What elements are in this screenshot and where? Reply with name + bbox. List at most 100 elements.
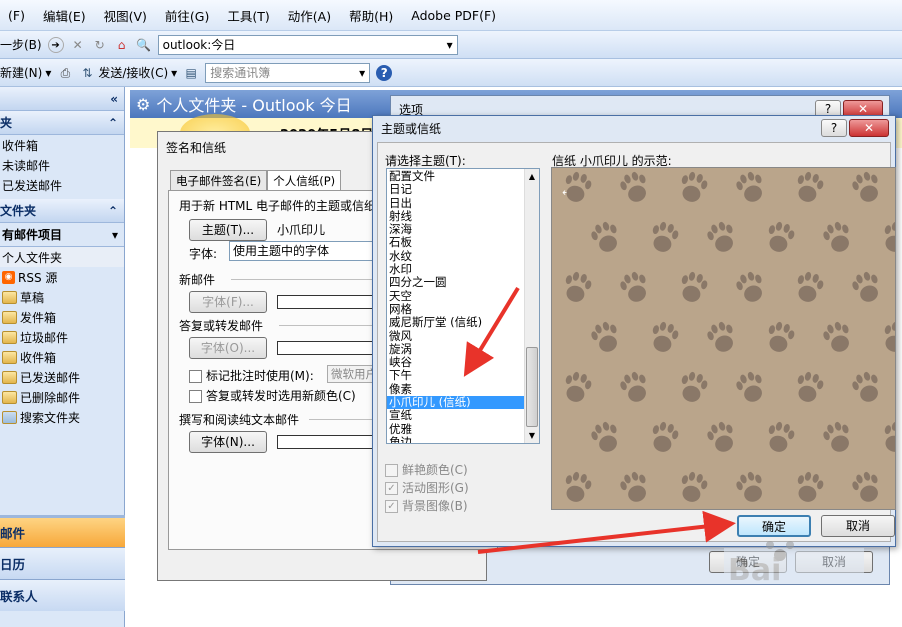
tree-drafts[interactable]: 草稿 — [0, 287, 124, 307]
tree-rss[interactable]: ◉ RSS 源 — [0, 267, 124, 287]
theme-list-item[interactable]: 四分之一圆 — [387, 276, 524, 289]
menu-tools[interactable]: 工具(T) — [219, 6, 279, 25]
search-folder-icon — [2, 410, 17, 424]
theme-button[interactable]: 主题(T)... — [189, 219, 267, 241]
mark-comments-checkbox[interactable] — [189, 370, 202, 383]
theme-list-item[interactable]: 微风 — [387, 330, 524, 343]
active-graphics-row[interactable]: ✓ 活动图形(G) — [385, 479, 469, 496]
theme-list-item[interactable]: 天空 — [387, 290, 524, 303]
tab-email-signature[interactable]: 电子邮件签名(E) — [170, 170, 268, 191]
tree-sent[interactable]: 已发送邮件 — [0, 367, 124, 387]
reply-font-button[interactable]: 字体(O)... — [189, 337, 267, 359]
tree-deleted[interactable]: 已删除邮件 — [0, 387, 124, 407]
new-color-checkbox[interactable] — [189, 390, 202, 403]
options-cancel-button[interactable]: 取消 — [795, 551, 873, 573]
scroll-up-icon[interactable]: ▲ — [525, 169, 539, 184]
home-icon[interactable]: ⌂ — [114, 37, 130, 53]
theme-list-item[interactable]: 日出 — [387, 197, 524, 210]
signature-title: 签名和信纸 — [166, 140, 227, 155]
new-color-row[interactable]: 答复或转发时选用新颜色(C) — [189, 387, 356, 404]
menu-actions[interactable]: 动作(A) — [280, 6, 341, 25]
fav-sent[interactable]: 已发送邮件 — [0, 175, 124, 195]
theme-help-button[interactable]: ? — [821, 119, 847, 137]
new-button[interactable]: 新建(N) ▾ — [0, 64, 51, 81]
mail-folders-header[interactable]: 文件夹 ⌃ — [0, 199, 124, 223]
theme-list-item[interactable]: 射线 — [387, 210, 524, 223]
theme-list-item[interactable]: 石板 — [387, 236, 524, 249]
theme-list-item[interactable]: 日记 — [387, 183, 524, 196]
plain-font-button[interactable]: 字体(N)... — [189, 431, 267, 453]
tree-outbox[interactable]: 发件箱 — [0, 307, 124, 327]
send-receive-button[interactable]: ⇅ 发送/接收(C) ▾ — [79, 64, 177, 81]
active-graphics-checkbox[interactable]: ✓ — [385, 482, 398, 495]
mark-comments-row[interactable]: 标记批注时使用(M): — [189, 367, 314, 384]
theme-list-item[interactable]: 下午 — [387, 369, 524, 382]
theme-list-item[interactable]: 深海 — [387, 223, 524, 236]
search-web-icon[interactable]: 🔍 — [136, 37, 152, 53]
fav-unread[interactable]: 未读邮件 — [0, 155, 124, 175]
menu-view[interactable]: 视图(V) — [96, 6, 157, 25]
paw-print-icon — [852, 471, 878, 502]
theme-ok-button[interactable]: 确定 — [737, 515, 811, 537]
tree-search-folders[interactable]: 搜索文件夹 — [0, 407, 124, 427]
tab-personal-stationery[interactable]: 个人信纸(P) — [267, 170, 342, 191]
nav-mail-button[interactable]: 邮件 — [0, 515, 125, 547]
new-mail-label: 新邮件 — [179, 273, 216, 287]
theme-cancel-button[interactable]: 取消 — [821, 515, 895, 537]
theme-list-item[interactable]: 宣纸 — [387, 409, 524, 422]
theme-list-item[interactable]: 威尼斯厅堂 (信纸) — [387, 316, 524, 329]
theme-list-scrollbar[interactable]: ▲ ▼ — [524, 169, 539, 443]
address-book-icon[interactable]: ▤ — [183, 65, 199, 81]
fav-inbox[interactable]: 收件箱 — [0, 135, 124, 155]
paw-print-icon — [707, 321, 733, 352]
paw-print-icon — [681, 171, 708, 202]
theme-close-button[interactable]: ✕ — [849, 119, 889, 137]
print-icon[interactable]: ⎙ — [57, 65, 73, 81]
standard-toolbar: 新建(N) ▾ ⎙ ⇅ 发送/接收(C) ▾ ▤ 搜索通讯簿 ▾ ? — [0, 59, 902, 87]
paw-print-icon — [768, 421, 795, 452]
paw-print-icon — [797, 171, 824, 202]
menu-go[interactable]: 前往(G) — [157, 6, 219, 25]
theme-list-item[interactable]: 水印 — [387, 263, 524, 276]
tree-junk[interactable]: 垃圾邮件 — [0, 327, 124, 347]
vivid-colors-row[interactable]: 鲜艳颜色(C) — [385, 461, 468, 478]
folder-icon — [2, 310, 17, 324]
collapse-icon[interactable]: « — [110, 92, 118, 106]
refresh-icon[interactable]: ↻ — [92, 37, 108, 53]
theme-list-item[interactable]: 角边 — [387, 436, 524, 443]
menu-file[interactable]: (F) — [0, 8, 35, 23]
nav-contacts-button[interactable]: 联系人 — [0, 579, 125, 611]
scroll-thumb[interactable] — [526, 347, 538, 427]
favorites-header[interactable]: 夹 ⌃ — [0, 111, 124, 135]
tree-inbox[interactable]: 收件箱 — [0, 347, 124, 367]
search-address-book-input[interactable]: 搜索通讯簿 ▾ — [205, 62, 371, 83]
tree-personal-folders[interactable]: 个人文件夹 — [0, 247, 124, 267]
font-select[interactable]: 使用主题中的字体 — [229, 241, 389, 261]
menu-help[interactable]: 帮助(H) — [341, 6, 403, 25]
theme-list-item[interactable]: 优雅 — [387, 423, 524, 436]
nav-calendar-button[interactable]: 日历 — [0, 547, 125, 579]
stop-icon[interactable]: ✕ — [70, 37, 86, 53]
theme-list-item[interactable]: 像素 — [387, 383, 524, 396]
paw-print-icon — [768, 321, 795, 352]
theme-list-item[interactable]: 旋涡 — [387, 343, 524, 356]
vivid-colors-checkbox[interactable] — [385, 464, 398, 477]
scroll-down-icon[interactable]: ▼ — [525, 428, 539, 443]
background-image-checkbox[interactable]: ✓ — [385, 500, 398, 513]
help-icon[interactable]: ? — [376, 64, 393, 81]
address-combo[interactable]: outlook:今日 ▾ — [157, 34, 458, 55]
forward-icon[interactable]: ➔ — [47, 36, 64, 53]
theme-list-item[interactable]: 网格 — [387, 303, 524, 316]
theme-list-item[interactable]: 小爪印儿 (信纸) — [387, 396, 524, 410]
theme-list-item[interactable]: 水纹 — [387, 250, 524, 263]
background-image-row[interactable]: ✓ 背景图像(B) — [385, 497, 468, 514]
new-mail-font-button[interactable]: 字体(F)... — [189, 291, 267, 313]
back-button[interactable]: 一步(B) — [0, 36, 42, 53]
theme-list-item[interactable]: 配置文件 — [387, 170, 524, 183]
options-ok-button[interactable]: 确定 — [709, 551, 787, 573]
theme-list-item[interactable]: 峡谷 — [387, 356, 524, 369]
menu-adobe-pdf[interactable]: Adobe PDF(F) — [403, 8, 506, 23]
theme-list[interactable]: 配置文件 日记 日出 射线 深海 石板 水纹 水印 四分之一圆 天空 网格 威尼斯厅堂 (信纸) 微风旋… — [386, 168, 540, 444]
all-mail-items[interactable]: 有邮件项目 ▾ — [0, 223, 124, 247]
menu-edit[interactable]: 编辑(E) — [35, 6, 96, 25]
